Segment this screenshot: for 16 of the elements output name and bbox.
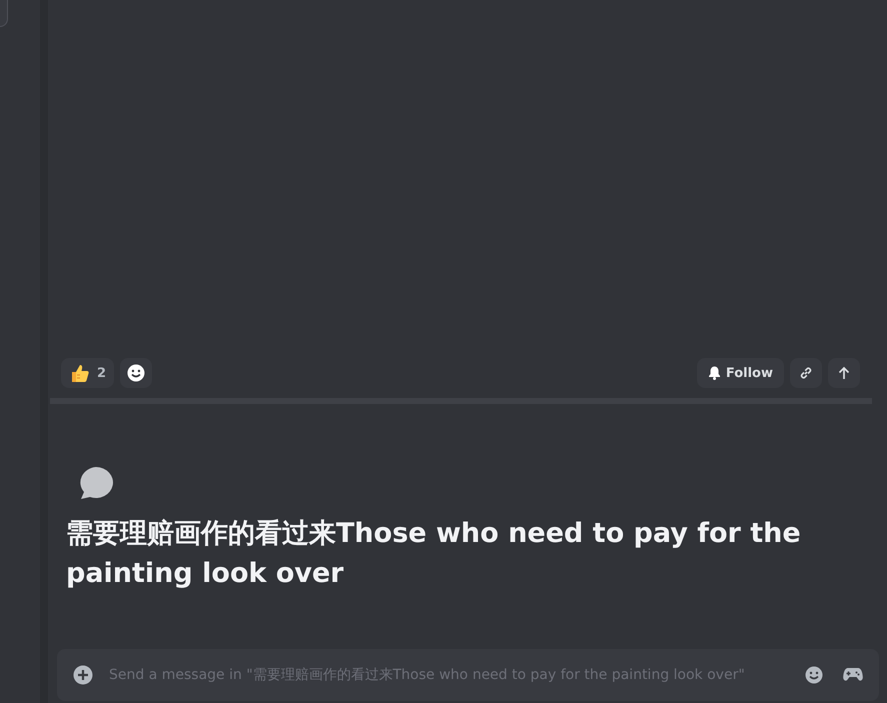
add-icon[interactable]	[73, 665, 93, 685]
placeholder-text: Send a message in "需要理赔画作的看过来Those who need to pay for the painting look over"	[109, 666, 746, 684]
thumbs-up-icon	[69, 362, 91, 384]
copy-link-button[interactable]	[790, 358, 822, 388]
smiley-icon[interactable]	[805, 666, 823, 684]
reaction-button[interactable]: 2	[61, 358, 114, 388]
thread-title: 需要理赔画作的看过来Those who need to pay for the painting look over	[66, 517, 802, 591]
chat-bubble-icon	[78, 466, 114, 500]
add-reaction-button[interactable]	[120, 358, 152, 388]
link-icon	[799, 366, 813, 380]
scroll-up-button[interactable]	[828, 358, 860, 388]
follow-button[interactable]: Follow	[696, 358, 784, 388]
bell-icon	[708, 366, 721, 380]
gamepad-icon[interactable]	[843, 667, 863, 683]
arrow-up-icon	[837, 366, 851, 380]
smiley-icon	[127, 364, 146, 382]
